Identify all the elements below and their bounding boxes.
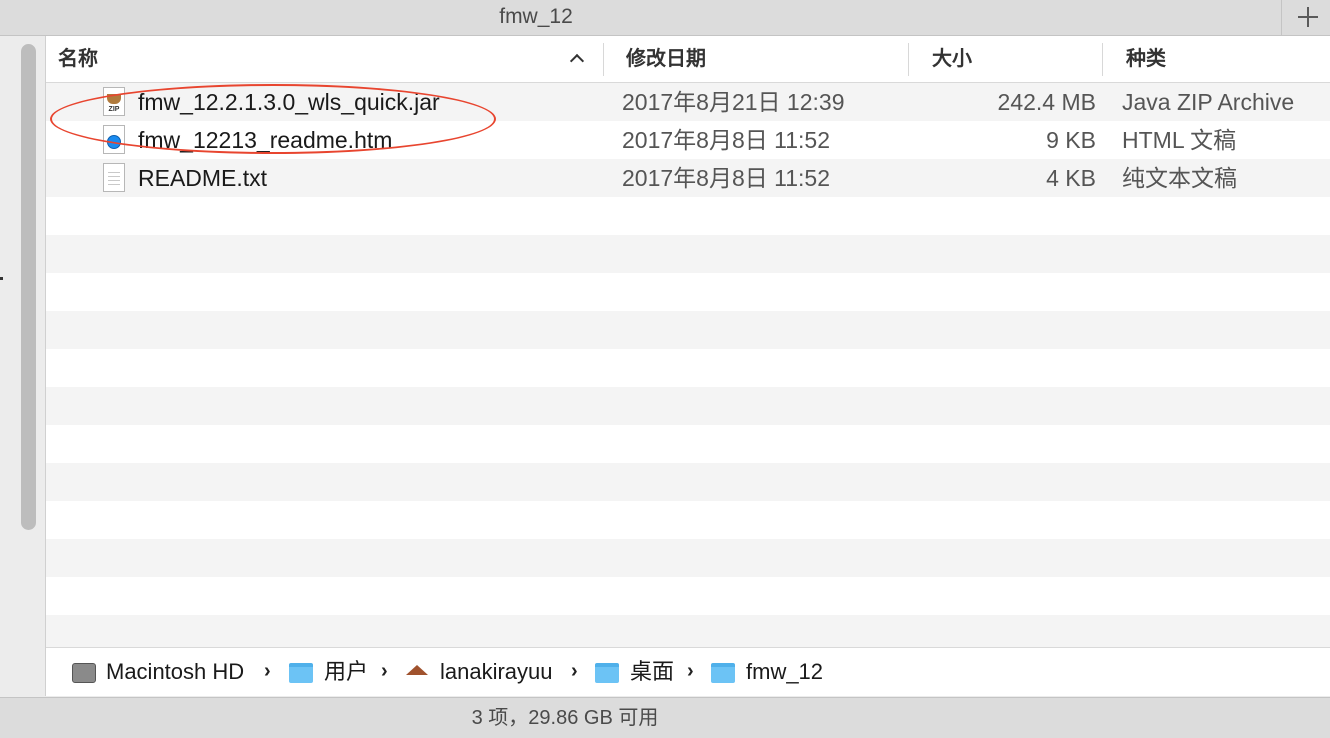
file-rows: ZIP fmw_12.2.1.3.0_wls_quick.jar 2017年8月… <box>46 83 1330 647</box>
column-kind-header[interactable]: 种类 <box>1126 36 1166 82</box>
chevron-right-icon: › <box>687 660 694 682</box>
empty-row <box>46 235 1330 273</box>
column-size-header[interactable]: 大小 <box>932 36 972 82</box>
text-file-icon <box>103 163 125 192</box>
status-text: 3 项，29.86 GB 可用 <box>471 707 659 729</box>
chevron-right-icon: › <box>264 660 271 682</box>
chevron-right-icon: › <box>381 660 388 682</box>
status-bar: 3 项，29.86 GB 可用 <box>0 697 1330 738</box>
tab-bar: fmw_12 <box>0 0 1330 36</box>
path-item-desktop[interactable]: 桌面 <box>630 648 674 696</box>
empty-row <box>46 311 1330 349</box>
empty-row <box>46 349 1330 387</box>
tab-title[interactable]: fmw_12 <box>400 0 672 35</box>
file-date: 2017年8月21日 12:39 <box>622 89 845 115</box>
path-item-fmw-12[interactable]: fmw_12 <box>746 648 823 696</box>
file-name: README.txt <box>138 165 268 191</box>
file-date: 2017年8月8日 11:52 <box>622 127 830 153</box>
file-size: 4 KB <box>1046 165 1096 191</box>
path-item-macintosh-hd[interactable]: Macintosh HD <box>106 648 244 696</box>
users-folder-icon <box>289 663 313 683</box>
chevron-right-icon: › <box>571 660 578 682</box>
path-item-users[interactable]: 用户 <box>324 648 368 696</box>
left-scrollbar[interactable] <box>21 44 36 530</box>
hard-drive-icon <box>72 663 96 683</box>
empty-row <box>46 273 1330 311</box>
column-header: 名称 修改日期 大小 种类 <box>46 36 1330 83</box>
empty-row <box>46 425 1330 463</box>
empty-row <box>46 615 1330 647</box>
file-size: 9 KB <box>1046 127 1096 153</box>
file-list: 名称 修改日期 大小 种类 ZIP fmw_12.2.1.3.0_wls_qui… <box>46 36 1330 647</box>
finder-window: fmw_12 名称 修改日期 大小 种类 ZIP fmw_12.2.1.3.0_… <box>0 0 1330 738</box>
path-item-home[interactable]: lanakirayuu <box>440 648 553 696</box>
file-kind: 纯文本文稿 <box>1122 165 1237 191</box>
file-kind: Java ZIP Archive <box>1122 89 1295 115</box>
file-size: 242.4 MB <box>997 89 1096 115</box>
desktop-folder-icon <box>595 663 619 683</box>
home-icon <box>406 665 428 675</box>
left-column <box>0 36 46 696</box>
sort-ascending-icon[interactable] <box>569 53 585 69</box>
empty-row <box>46 501 1330 539</box>
column-date-header[interactable]: 修改日期 <box>626 36 706 82</box>
folder-icon <box>711 663 735 683</box>
empty-row <box>46 539 1330 577</box>
file-kind: HTML 文稿 <box>1122 127 1237 153</box>
highlight-annotation <box>50 84 496 154</box>
path-bar: Macintosh HD › 用户 › lanakirayuu › 桌面 › f… <box>46 647 1330 696</box>
file-row[interactable]: README.txt 2017年8月8日 11:52 4 KB 纯文本文稿 <box>46 159 1330 197</box>
empty-row <box>46 387 1330 425</box>
empty-row <box>46 463 1330 501</box>
new-tab-button[interactable] <box>1281 0 1330 35</box>
file-date: 2017年8月8日 11:52 <box>622 165 830 191</box>
column-dot <box>0 277 3 280</box>
column-name-header[interactable]: 名称 <box>58 36 98 82</box>
empty-row <box>46 197 1330 235</box>
empty-row <box>46 577 1330 615</box>
